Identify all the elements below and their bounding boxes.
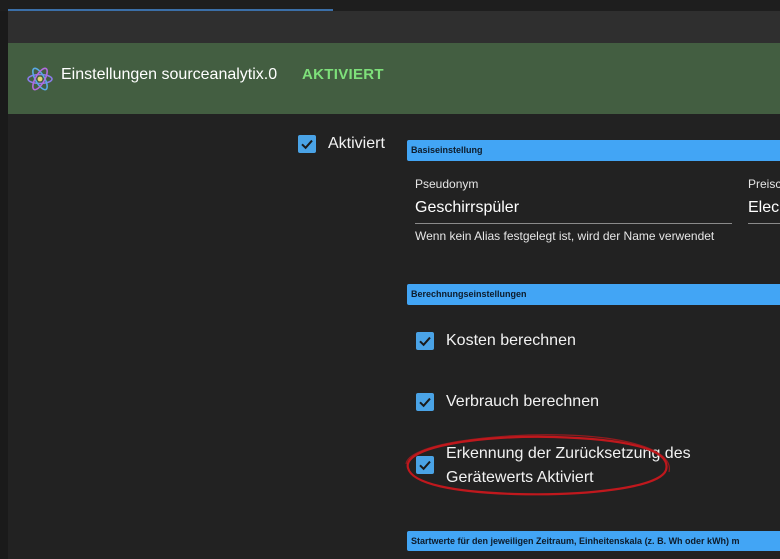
price-input[interactable]: Elec bbox=[748, 199, 780, 217]
calc-costs-label: Kosten berechnen bbox=[446, 332, 576, 349]
highlight-ellipse bbox=[405, 434, 670, 496]
price-underline bbox=[748, 223, 780, 224]
check-icon bbox=[419, 397, 431, 408]
calc-consumption-checkbox[interactable] bbox=[416, 393, 434, 411]
enabled-checkbox[interactable] bbox=[298, 135, 316, 153]
section-calculation-title: Berechnungseinstellungen bbox=[411, 289, 527, 299]
alias-helper-text: Wenn kein Alias festgelegt ist, wird der… bbox=[415, 229, 715, 243]
calc-consumption-label: Verbrauch berechnen bbox=[446, 393, 599, 410]
section-basic: Basiseinstellung bbox=[407, 140, 780, 161]
alias-input[interactable]: Geschirrspüler bbox=[415, 199, 730, 217]
calc-costs-checkbox[interactable] bbox=[416, 332, 434, 350]
section-basic-title: Basiseinstellung bbox=[411, 145, 483, 155]
section-start-values: Startwerte für den jeweiligen Zeitraum, … bbox=[407, 531, 780, 551]
enabled-label: Aktiviert bbox=[328, 135, 385, 152]
section-start-values-title: Startwerte für den jeweiligen Zeitraum, … bbox=[411, 536, 740, 546]
price-label: Preisc bbox=[748, 177, 780, 191]
adapter-header: Einstellungen sourceanalytix.0 AKTIVIERT bbox=[8, 43, 780, 114]
atom-icon bbox=[27, 67, 53, 91]
status-badge: AKTIVIERT bbox=[302, 66, 384, 83]
alias-underline bbox=[415, 223, 732, 224]
check-icon bbox=[301, 139, 313, 150]
section-calculation: Berechnungseinstellungen bbox=[407, 284, 780, 305]
left-edge bbox=[0, 11, 8, 559]
check-icon bbox=[419, 336, 431, 347]
page-title: Einstellungen sourceanalytix.0 bbox=[61, 66, 278, 83]
top-bar bbox=[0, 11, 780, 43]
alias-label: Pseudonym bbox=[415, 177, 479, 191]
